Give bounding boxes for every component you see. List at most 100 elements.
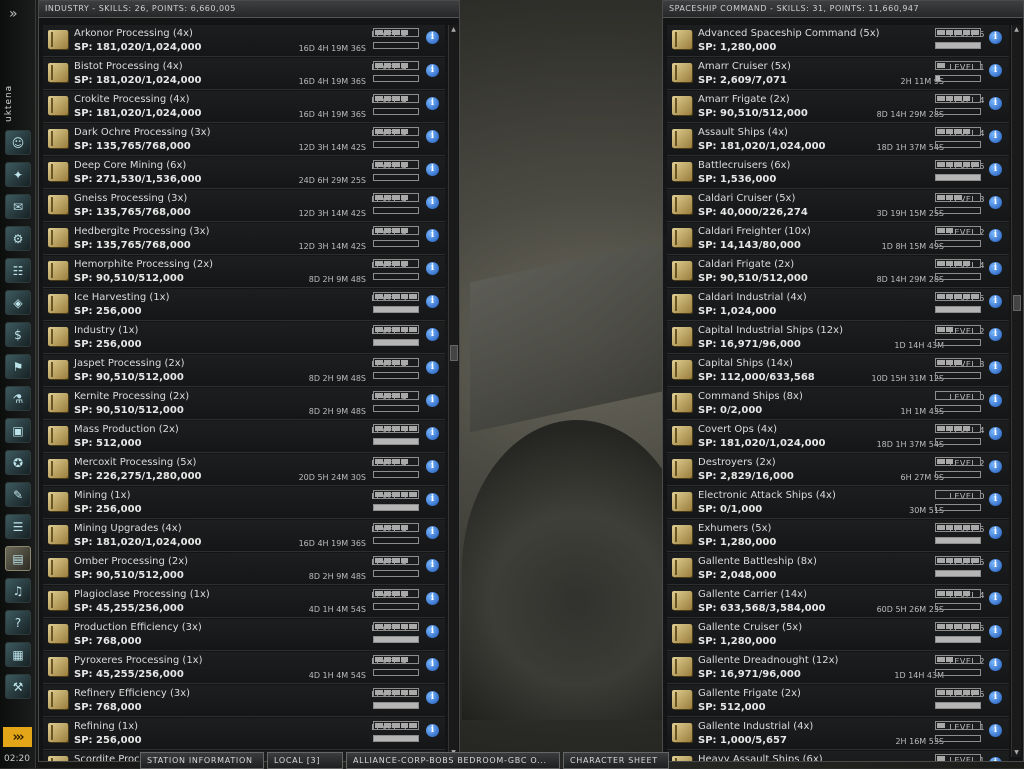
skill-row[interactable]: Omber Processing (2x) SP: 90,510/512,000…	[43, 553, 445, 585]
info-icon[interactable]: i	[426, 97, 439, 110]
info-icon[interactable]: i	[989, 691, 1002, 704]
info-icon[interactable]: i	[426, 64, 439, 77]
info-icon[interactable]: i	[989, 526, 1002, 539]
skill-row[interactable]: Gneiss Processing (3x) SP: 135,765/768,0…	[43, 190, 445, 222]
skill-row[interactable]: Amarr Cruiser (5x) SP: 2,609/7,071 LEVEL…	[667, 58, 1009, 90]
info-icon[interactable]: i	[426, 31, 439, 44]
wallet-icon[interactable]: $	[5, 322, 31, 347]
skills-icon[interactable]: ▤	[5, 546, 31, 571]
help-icon[interactable]: ?	[5, 610, 31, 635]
spaceship-scrollbar[interactable]: ▲ ▼	[1011, 25, 1021, 757]
skill-row[interactable]: Amarr Frigate (2x) SP: 90,510/512,000 LE…	[667, 91, 1009, 123]
skill-row[interactable]: Advanced Spaceship Command (5x) SP: 1,28…	[667, 25, 1009, 57]
info-icon[interactable]: i	[989, 394, 1002, 407]
info-icon[interactable]: i	[426, 394, 439, 407]
industry-window-header[interactable]: INDUSTRY - SKILLS: 26, POINTS: 6,660,005	[39, 1, 459, 18]
skill-row[interactable]: Gallente Cruiser (5x) SP: 1,280,000 LEVE…	[667, 619, 1009, 651]
info-icon[interactable]: i	[426, 625, 439, 638]
info-icon[interactable]: i	[426, 592, 439, 605]
skill-row[interactable]: Refinery Efficiency (3x) SP: 768,000 LEV…	[43, 685, 445, 717]
info-icon[interactable]: i	[989, 361, 1002, 374]
skill-row[interactable]: Refining (1x) SP: 256,000 LEVEL 5 i	[43, 718, 445, 750]
info-icon[interactable]: i	[426, 163, 439, 176]
map-icon[interactable]: ◈	[5, 290, 31, 315]
info-icon[interactable]: i	[989, 196, 1002, 209]
portrait-icon[interactable]: ☺	[5, 130, 31, 155]
info-icon[interactable]: i	[426, 229, 439, 242]
journal-icon[interactable]: ☰	[5, 514, 31, 539]
info-icon[interactable]: i	[426, 427, 439, 440]
info-icon[interactable]: i	[426, 361, 439, 374]
info-icon[interactable]: i	[426, 196, 439, 209]
skill-row[interactable]: Arkonor Processing (4x) SP: 181,020/1,02…	[43, 25, 445, 57]
info-icon[interactable]: i	[989, 427, 1002, 440]
character-sheet-icon[interactable]: ✦	[5, 162, 31, 187]
info-icon[interactable]: i	[989, 757, 1002, 761]
taskbar-button[interactable]: STATION INFORMATION	[140, 752, 264, 769]
skill-row[interactable]: Ice Harvesting (1x) SP: 256,000 LEVEL 5 …	[43, 289, 445, 321]
inventory-icon[interactable]: ▦	[5, 642, 31, 667]
info-icon[interactable]: i	[426, 295, 439, 308]
info-icon[interactable]: i	[989, 295, 1002, 308]
drones-icon[interactable]: ✪	[5, 450, 31, 475]
skill-row[interactable]: Kernite Processing (2x) SP: 90,510/512,0…	[43, 388, 445, 420]
audio-icon[interactable]: ♫	[5, 578, 31, 603]
skill-row[interactable]: Plagioclase Processing (1x) SP: 45,255/2…	[43, 586, 445, 618]
info-icon[interactable]: i	[989, 493, 1002, 506]
info-icon[interactable]: i	[426, 130, 439, 143]
neocom-menu-button[interactable]: ›››	[3, 727, 32, 747]
info-icon[interactable]: i	[989, 229, 1002, 242]
info-icon[interactable]: i	[426, 658, 439, 671]
skill-row[interactable]: Hedbergite Processing (3x) SP: 135,765/7…	[43, 223, 445, 255]
industry-scrollbar[interactable]: ▲ ▼	[448, 25, 458, 757]
info-icon[interactable]: i	[426, 559, 439, 572]
info-icon[interactable]: i	[989, 559, 1002, 572]
notepad-icon[interactable]: ✎	[5, 482, 31, 507]
skill-row[interactable]: Mining Upgrades (4x) SP: 181,020/1,024,0…	[43, 520, 445, 552]
skill-row[interactable]: Production Efficiency (3x) SP: 768,000 L…	[43, 619, 445, 651]
skill-row[interactable]: Heavy Assault Ships (6x) SP: 1,500/8,485…	[667, 751, 1009, 761]
info-icon[interactable]: i	[989, 592, 1002, 605]
info-icon[interactable]: i	[989, 328, 1002, 341]
skill-row[interactable]: Gallente Carrier (14x) SP: 633,568/3,584…	[667, 586, 1009, 618]
fitting-icon[interactable]: ⚒	[5, 674, 31, 699]
skill-row[interactable]: Exhumers (5x) SP: 1,280,000 LEVEL 5 i	[667, 520, 1009, 552]
people-icon[interactable]: ☷	[5, 258, 31, 283]
skill-row[interactable]: Gallente Battleship (8x) SP: 2,048,000 L…	[667, 553, 1009, 585]
skill-row[interactable]: Covert Ops (4x) SP: 181,020/1,024,000 LE…	[667, 421, 1009, 453]
taskbar-button[interactable]: LOCAL [3]	[267, 752, 343, 769]
info-icon[interactable]: i	[426, 460, 439, 473]
skill-row[interactable]: Dark Ochre Processing (3x) SP: 135,765/7…	[43, 124, 445, 156]
skill-row[interactable]: Pyroxeres Processing (1x) SP: 45,255/256…	[43, 652, 445, 684]
skill-row[interactable]: Caldari Freighter (10x) SP: 14,143/80,00…	[667, 223, 1009, 255]
taskbar-button[interactable]: ALLIANCE-CORP-BOBS BEDROOM-GBC O...	[346, 752, 560, 769]
skill-row[interactable]: Destroyers (2x) SP: 2,829/16,000 LEVEL 2…	[667, 454, 1009, 486]
skill-row[interactable]: Electronic Attack Ships (4x) SP: 0/1,000…	[667, 487, 1009, 519]
info-icon[interactable]: i	[989, 163, 1002, 176]
info-icon[interactable]: i	[989, 64, 1002, 77]
info-icon[interactable]: i	[426, 691, 439, 704]
info-icon[interactable]: i	[989, 724, 1002, 737]
info-icon[interactable]: i	[989, 97, 1002, 110]
skill-row[interactable]: Capital Ships (14x) SP: 112,000/633,568 …	[667, 355, 1009, 387]
skill-row[interactable]: Mercoxit Processing (5x) SP: 226,275/1,2…	[43, 454, 445, 486]
info-icon[interactable]: i	[989, 31, 1002, 44]
info-icon[interactable]: i	[989, 625, 1002, 638]
skill-row[interactable]: Caldari Industrial (4x) SP: 1,024,000 LE…	[667, 289, 1009, 321]
skill-row[interactable]: Gallente Industrial (4x) SP: 1,000/5,657…	[667, 718, 1009, 750]
info-icon[interactable]: i	[989, 130, 1002, 143]
skill-row[interactable]: Mining (1x) SP: 256,000 LEVEL 5 i	[43, 487, 445, 519]
mail-icon[interactable]: ✉	[5, 194, 31, 219]
skill-row[interactable]: Assault Ships (4x) SP: 181,020/1,024,000…	[667, 124, 1009, 156]
spaceship-window-header[interactable]: SPACESHIP COMMAND - SKILLS: 31, POINTS: …	[663, 1, 1023, 18]
info-icon[interactable]: i	[989, 460, 1002, 473]
skill-row[interactable]: Caldari Cruiser (5x) SP: 40,000/226,274 …	[667, 190, 1009, 222]
skill-row[interactable]: Gallente Dreadnought (12x) SP: 16,971/96…	[667, 652, 1009, 684]
skill-row[interactable]: Caldari Frigate (2x) SP: 90,510/512,000 …	[667, 256, 1009, 288]
skill-row[interactable]: Deep Core Mining (6x) SP: 271,530/1,536,…	[43, 157, 445, 189]
info-icon[interactable]: i	[426, 262, 439, 275]
skill-row[interactable]: Battlecruisers (6x) SP: 1,536,000 LEVEL …	[667, 157, 1009, 189]
scroll-up-icon[interactable]: ▲	[449, 25, 458, 34]
expand-chevron-icon[interactable]: »	[9, 6, 18, 22]
info-icon[interactable]: i	[426, 526, 439, 539]
